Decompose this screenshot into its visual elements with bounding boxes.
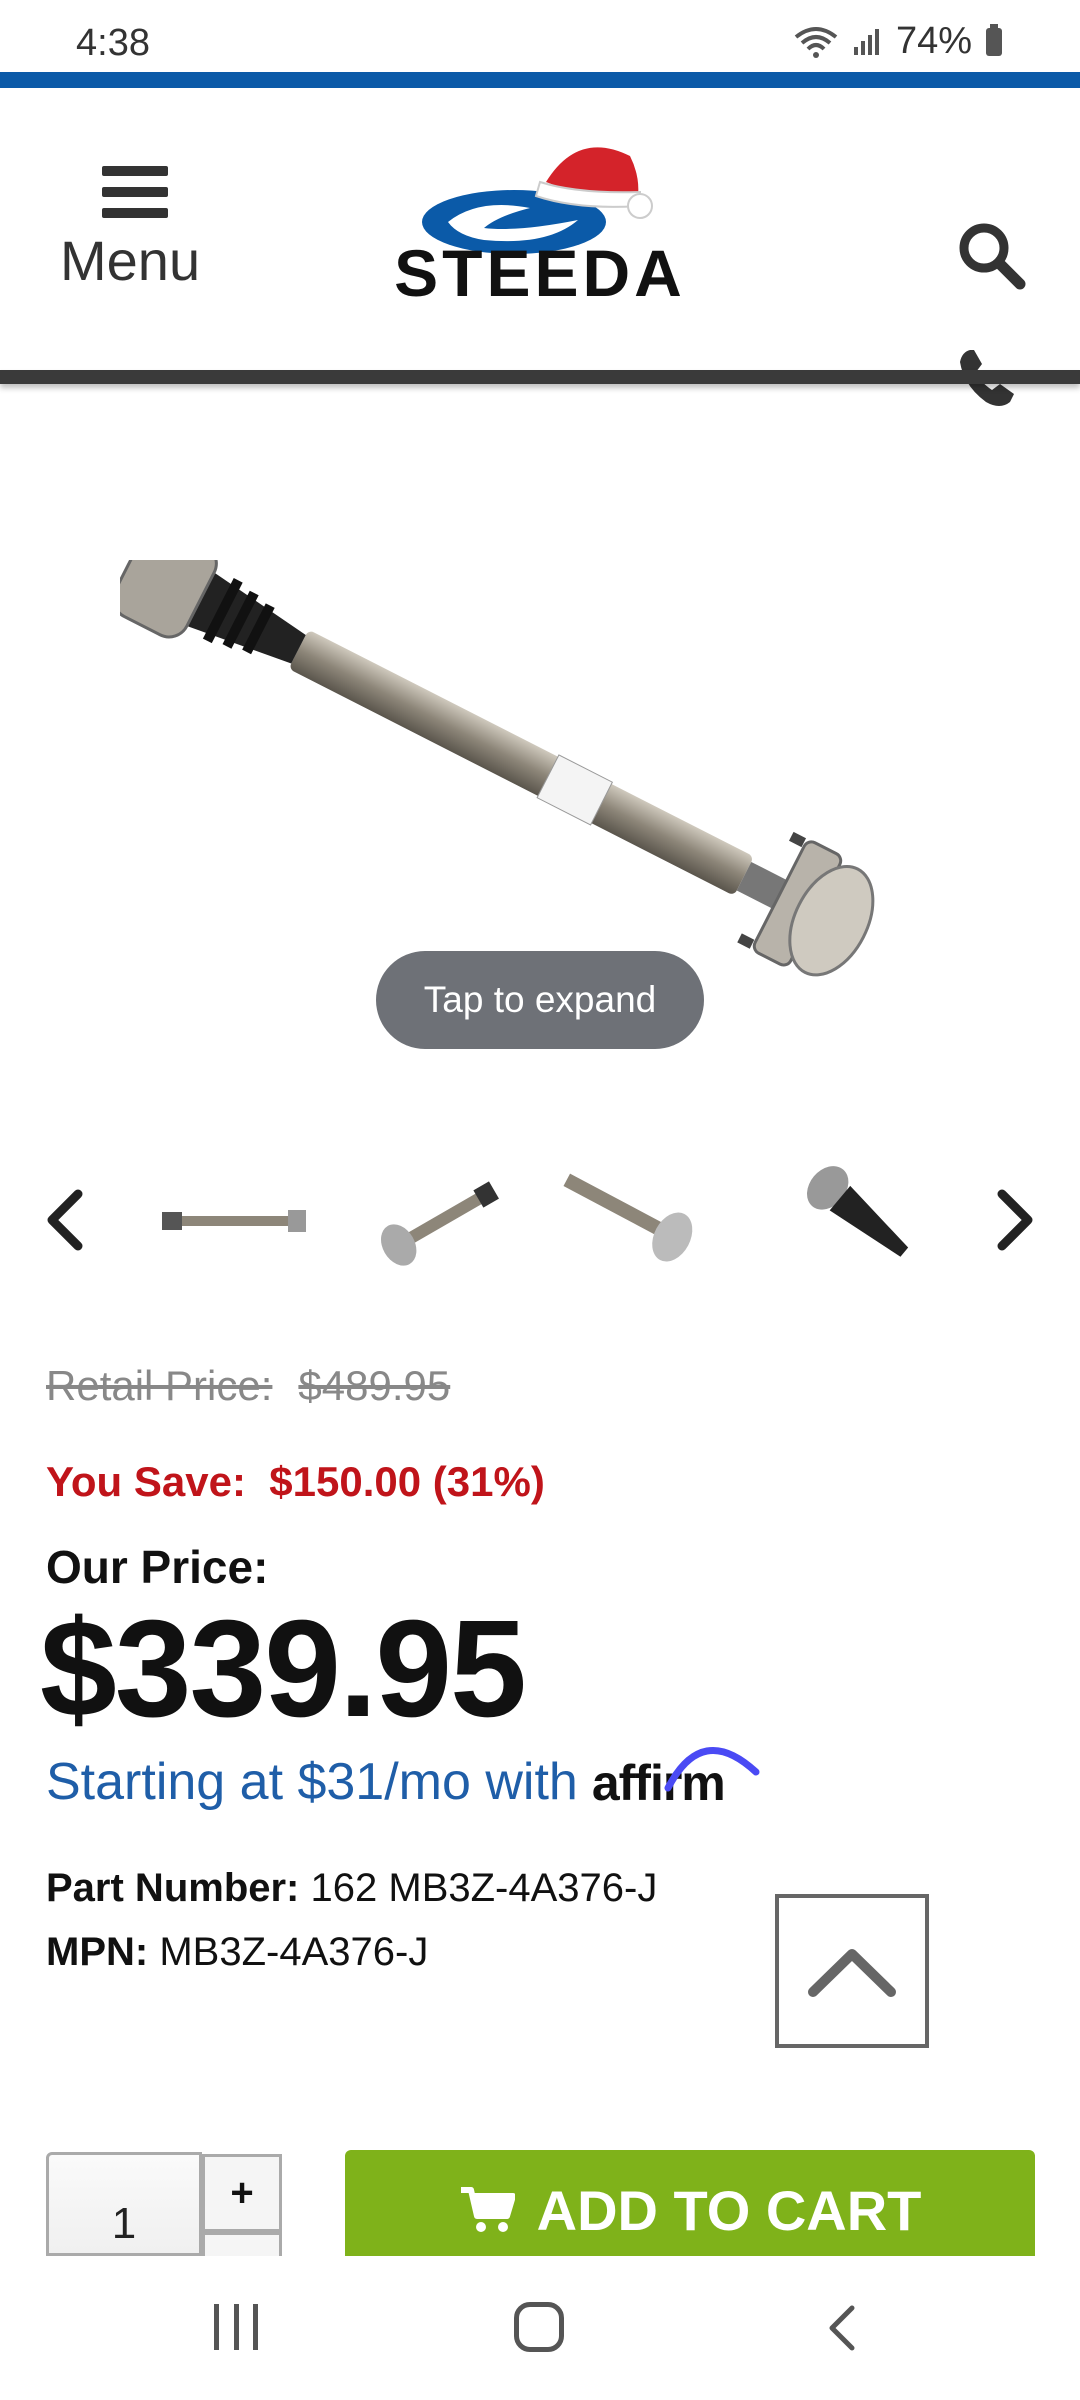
mpn-label: MPN:: [46, 1930, 149, 1974]
system-navigation-bar: [0, 2256, 1080, 2400]
you-save-value: $150.00 (31%): [269, 1458, 545, 1505]
our-price-value: $339.95: [40, 1592, 527, 1746]
you-save: You Save: $150.00 (31%): [46, 1458, 545, 1506]
mpn-value: MB3Z-4A376-J: [159, 1930, 429, 1974]
thumbnail-2[interactable]: [362, 1160, 522, 1280]
status-time: 4:38: [76, 22, 150, 64]
search-icon[interactable]: [954, 218, 1026, 290]
battery-percent: 74%: [895, 20, 972, 62]
logo-wordmark: STEEDA: [394, 236, 686, 306]
status-bar: 4:38 74%: [0, 0, 1080, 72]
tap-to-expand-hint[interactable]: Tap to expand: [376, 951, 704, 1049]
add-to-cart-button[interactable]: ADD TO CART: [345, 2150, 1035, 2256]
menu-button[interactable]: Menu: [60, 166, 210, 296]
affirm-logo: affirm: [592, 1746, 760, 1812]
menu-label: Menu: [60, 229, 201, 292]
quantity-input[interactable]: 1: [46, 2152, 202, 2256]
thumbnail-3[interactable]: [556, 1160, 716, 1280]
thumbnail-1[interactable]: [156, 1160, 316, 1280]
steeda-logo[interactable]: STEEDA: [278, 136, 802, 306]
part-number: Part Number: 162 MB3Z-4A376-J: [46, 1866, 657, 1911]
status-icons: 74%: [794, 20, 1002, 63]
affirm-financing-link[interactable]: Starting at $31/mo with affirm: [46, 1746, 760, 1812]
mpn: MPN: MB3Z-4A376-J: [46, 1930, 428, 1975]
product-image-driveshaft[interactable]: [120, 560, 960, 980]
chevron-left-icon[interactable]: [40, 1188, 90, 1252]
part-number-value: 162 MB3Z-4A376-J: [310, 1866, 658, 1910]
chevron-right-icon[interactable]: [990, 1188, 1040, 1252]
add-to-cart-label: ADD TO CART: [536, 2178, 922, 2242]
thumbnail-carousel: [0, 1150, 1080, 1290]
home-icon[interactable]: [514, 2302, 564, 2352]
chevron-up-icon: [808, 1949, 896, 1997]
wifi-icon: [794, 26, 838, 58]
thumbnail-4[interactable]: [786, 1160, 946, 1280]
header-divider: [0, 370, 1080, 384]
retail-price-label: Retail Price:: [46, 1362, 273, 1409]
affirm-arc-icon: [664, 1746, 760, 1792]
signal-icon: [853, 28, 879, 55]
back-icon[interactable]: [822, 2302, 862, 2354]
top-accent-line: [0, 72, 1080, 88]
financing-text: Starting at $31/mo with: [46, 1753, 578, 1811]
part-number-label: Part Number:: [46, 1866, 300, 1910]
back-to-top-button[interactable]: [775, 1894, 929, 2048]
retail-price: Retail Price: $489.95: [46, 1362, 450, 1410]
site-header: Menu STEEDA: [0, 88, 1080, 406]
recent-apps-icon[interactable]: [214, 2304, 258, 2350]
quantity-decrease-button[interactable]: [202, 2232, 282, 2256]
quantity-increase-button[interactable]: +: [202, 2154, 282, 2232]
cart-icon: [460, 2187, 515, 2232]
our-price-label: Our Price:: [46, 1541, 269, 1593]
you-save-label: You Save:: [46, 1458, 246, 1505]
battery-icon: [986, 23, 1002, 56]
hamburger-icon: [102, 166, 168, 229]
retail-price-value: $489.95: [298, 1362, 451, 1409]
